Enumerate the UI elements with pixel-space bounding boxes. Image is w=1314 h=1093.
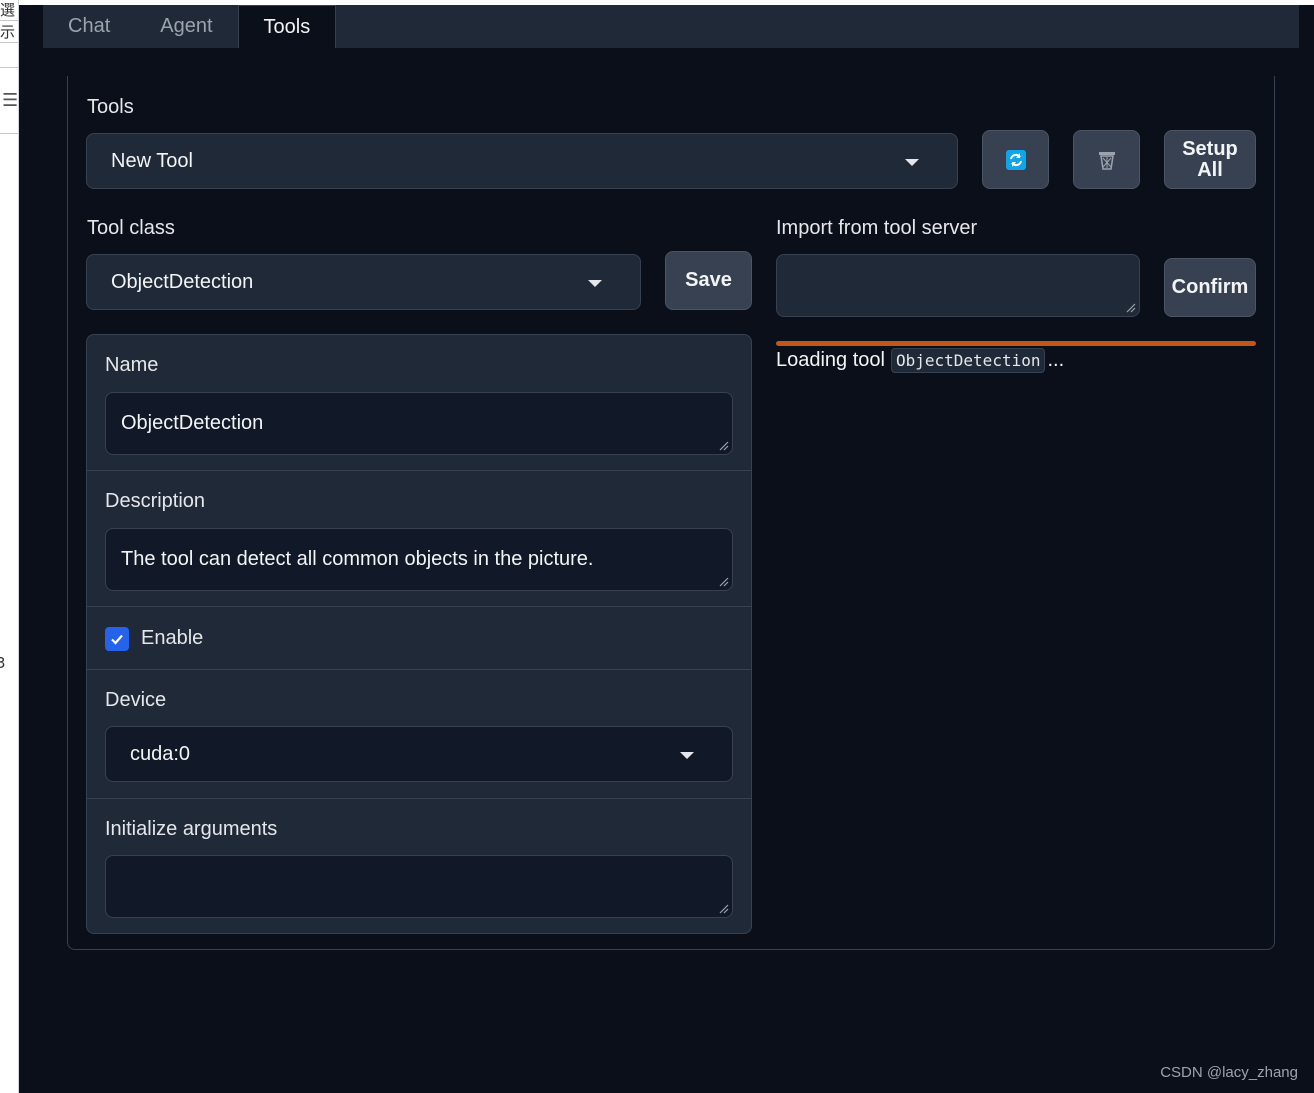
tab-bar: Chat Agent Tools — [43, 5, 1299, 48]
setup-all-label-line2: All — [1197, 158, 1223, 181]
chevron-down-icon — [905, 159, 919, 166]
name-field[interactable]: ObjectDetection — [105, 392, 733, 455]
init-args-label: Initialize arguments — [105, 818, 278, 840]
tool-config-form: Name ObjectDetection Description The too… — [86, 334, 752, 934]
loading-ellipsis: ... — [1047, 348, 1065, 371]
background-divider — [0, 20, 18, 21]
chevron-down-icon — [588, 280, 602, 287]
enable-checkbox[interactable] — [105, 627, 129, 651]
setup-all-label-line1: Setup — [1182, 137, 1238, 160]
tab-tools[interactable]: Tools — [237, 5, 337, 48]
device-label: Device — [105, 689, 167, 711]
loading-status: Loading tool ObjectDetection ... — [776, 346, 1064, 374]
loading-status-text: Loading tool — [776, 348, 885, 371]
divider — [87, 669, 751, 670]
resize-handle-icon[interactable] — [719, 577, 729, 587]
name-label: Name — [105, 354, 159, 376]
init-args-field[interactable] — [105, 855, 733, 918]
tool-class-value: ObjectDetection — [111, 270, 254, 293]
divider — [87, 798, 751, 799]
save-button[interactable]: Save — [665, 251, 752, 310]
resize-handle-icon[interactable] — [1126, 303, 1136, 313]
tools-select-value: New Tool — [111, 149, 193, 172]
description-label: Description — [105, 490, 206, 512]
loading-tool-code: ObjectDetection — [890, 347, 1046, 373]
description-value: The tool can detect all common objects i… — [121, 548, 594, 570]
refresh-icon — [1005, 149, 1026, 170]
resize-handle-icon[interactable] — [719, 441, 729, 451]
resize-handle-icon[interactable] — [719, 904, 729, 914]
divider — [87, 606, 751, 607]
background-divider — [0, 67, 18, 68]
delete-button[interactable] — [1073, 130, 1140, 189]
menu-icon: ☰ — [2, 90, 19, 111]
checkmark-icon — [111, 634, 123, 645]
import-label: Import from tool server — [776, 217, 978, 239]
tool-class-label: Tool class — [87, 217, 175, 239]
background-divider — [0, 133, 18, 134]
import-input[interactable] — [776, 254, 1140, 317]
description-field[interactable]: The tool can detect all common objects i… — [105, 528, 733, 591]
refresh-button[interactable] — [982, 130, 1049, 189]
setup-all-button[interactable]: Setup All — [1164, 130, 1256, 189]
divider — [87, 470, 751, 471]
background-char: 選 — [0, 1, 16, 19]
tools-select[interactable]: New Tool — [86, 133, 958, 189]
enable-label: Enable — [141, 627, 204, 649]
background-divider — [0, 42, 18, 43]
confirm-button[interactable]: Confirm — [1164, 258, 1256, 317]
background-char: 示 — [0, 23, 16, 41]
device-select[interactable]: cuda:0 — [105, 726, 733, 782]
tab-agent[interactable]: Agent — [135, 5, 237, 48]
tab-chat[interactable]: Chat — [43, 5, 135, 48]
tools-label: Tools — [87, 96, 134, 118]
tool-class-select[interactable]: ObjectDetection — [86, 254, 641, 310]
device-value: cuda:0 — [130, 742, 191, 765]
watermark: CSDN @lacy_zhang — [1160, 1064, 1298, 1081]
trash-icon — [1098, 151, 1115, 170]
chevron-down-icon — [680, 752, 694, 759]
background-page-strip: 選 示 ☰ 3 — [0, 0, 19, 1093]
background-char: 3 — [0, 655, 6, 671]
name-value: ObjectDetection — [121, 412, 264, 434]
